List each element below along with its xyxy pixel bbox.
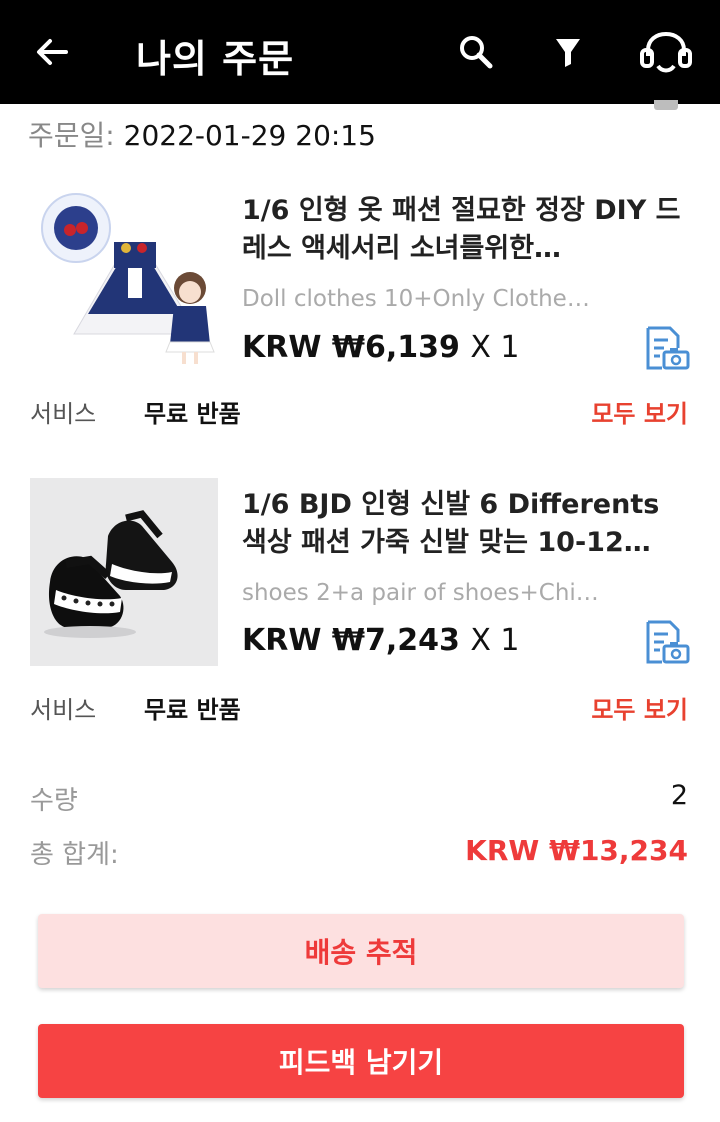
see-all-link[interactable]: 모두 보기 (591, 690, 688, 725)
order-date-value: 2022-01-29 20:15 (123, 119, 376, 152)
photo-review-icon (646, 326, 690, 370)
product-image[interactable] (30, 184, 218, 372)
photo-review-icon (646, 620, 690, 664)
price-value: KRW ₩6,139 (242, 330, 460, 365)
order-date: 주문일: 2022-01-29 20:15 (28, 114, 376, 154)
price-value: KRW ₩7,243 (242, 623, 460, 658)
total-label: 총 합계: (30, 840, 119, 870)
track-shipment-button[interactable]: 배송 추적 (38, 914, 684, 988)
product-sku: Doll clothes 10+Only Clothe… (242, 286, 590, 312)
service-value: 무료 반품 (144, 400, 241, 428)
product-image[interactable] (30, 478, 218, 666)
product-title[interactable]: 1/6 인형 옷 패션 절묘한 정장 DIY 드레스 액세서리 소녀를위한… (242, 192, 688, 268)
quantity-value: X 1 (470, 330, 520, 365)
customer-support-button[interactable] (636, 28, 696, 76)
photo-review-button[interactable] (642, 326, 690, 372)
see-all-link[interactable]: 모두 보기 (591, 394, 688, 429)
back-button[interactable] (30, 30, 74, 74)
product-sku: shoes 2+a pair of shoes+Chi… (242, 580, 599, 606)
service-row: 서비스 무료 반품 모두 보기 (0, 690, 720, 730)
filter-button[interactable] (544, 28, 592, 76)
quantity-value: X 1 (470, 623, 520, 658)
service-label: 서비스 (30, 400, 97, 428)
product-price: KRW ₩6,139 X 1 (242, 330, 520, 365)
arrow-left-icon (37, 39, 68, 65)
leave-feedback-button[interactable]: 피드백 남기기 (38, 1024, 684, 1098)
quantity-label: 수량 (30, 786, 78, 816)
filter-icon (556, 39, 580, 67)
page-title: 나의 주문 (136, 37, 295, 81)
order-date-label: 주문일: (28, 119, 115, 152)
service-label: 서비스 (30, 696, 97, 724)
search-icon (460, 36, 493, 69)
scroll-indicator (654, 100, 678, 110)
search-button[interactable] (452, 28, 500, 76)
doll-dress-image (41, 193, 215, 364)
total-price: KRW ₩13,234 (465, 834, 688, 867)
doll-shoes-image (44, 510, 178, 638)
quantity-summary: 수량 2 (0, 780, 720, 820)
product-title[interactable]: 1/6 BJD 인형 신발 6 Differents 색상 패션 가죽 신발 맞… (242, 486, 688, 562)
photo-review-button[interactable] (642, 620, 690, 666)
service-row: 서비스 무료 반품 모두 보기 (0, 394, 720, 434)
product-price: KRW ₩7,243 X 1 (242, 623, 520, 658)
app-header: 나의 주문 (0, 0, 720, 104)
quantity-total: 2 (670, 780, 688, 811)
headset-icon (640, 31, 692, 73)
total-summary: 총 합계: KRW ₩13,234 (0, 834, 720, 874)
service-value: 무료 반품 (144, 696, 241, 724)
